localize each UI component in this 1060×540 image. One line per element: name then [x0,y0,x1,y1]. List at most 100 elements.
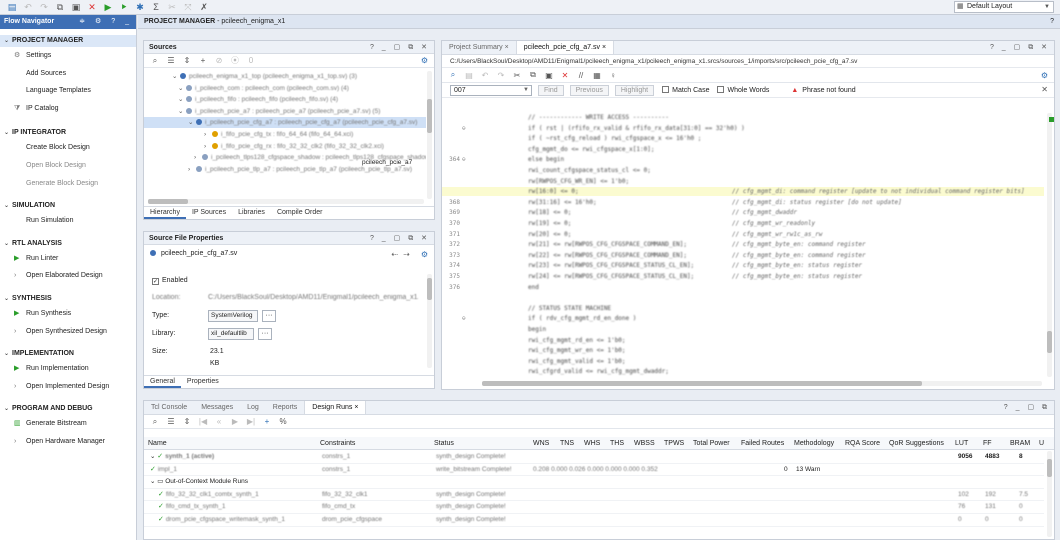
chevron-icon[interactable]: › [204,129,212,140]
code-line[interactable]: rwi_cfgrd_valid <= rwi_cfg_mgmt_dwaddr; [442,367,1044,376]
layout-select[interactable]: ▦ Default Layout ▼ [954,1,1054,13]
column-header[interactable]: WBSS [634,437,655,450]
run-row[interactable]: ✓ fifo_cmd_tx_synth_1 fifo_cmd_tx synth_de… [144,501,1044,514]
tab-libraries[interactable]: Libraries [232,207,271,219]
tab-design-runs[interactable]: Design Runs × [304,401,367,414]
column-header[interactable]: RQA Score [845,437,880,450]
properties-icon[interactable]: ⦿ [228,55,242,66]
sfp-enabled-row[interactable]: ✓ Enabled [152,275,188,287]
gear-icon[interactable]: ⚙ [421,250,428,259]
fn-section-implementation[interactable]: ⌄ IMPLEMENTATION [0,348,136,360]
chevron-down-icon[interactable]: ⌄ [4,127,12,139]
code-area[interactable]: // ------------ WRITE ACCESS ---------- ⊖… [442,113,1044,379]
code-line[interactable]: // STATUS STATE MACHINE [442,304,1044,313]
source-tree-row[interactable]: ⌄ i_pcileech_fifo : pcileech_fifo (pcilee… [144,94,426,105]
panel-window-controls[interactable]: ? _ ▢ ⧉ ✕ [370,41,430,54]
panel-window-controls[interactable]: ? _ ▢ ⧉ [1004,401,1050,415]
fn-item-run-linter[interactable]: ▶ Run Linter [0,250,136,268]
editor-vscroll[interactable] [1047,113,1052,377]
fn-item-language-templates[interactable]: Language Templates [0,82,136,100]
code-line[interactable] [442,293,1044,302]
close-icon[interactable]: ✕ [84,1,100,14]
fn-item-generate-bitstream[interactable]: ▥ Generate Bitstream [0,415,136,433]
code-line[interactable]: if ( ~rst_cfg_reload ) rwi_cfgspace_x <=… [442,134,1044,143]
add-source-icon[interactable]: + [196,56,210,65]
column-header[interactable]: LUT [955,437,968,450]
column-header[interactable]: TNS [560,437,574,450]
library-field[interactable]: xil_defaultlib [208,328,254,340]
close-icon[interactable]: × [503,44,509,51]
code-line[interactable]: cfg_mgmt_do <= rwi_cfgspace_x[1:0]; [442,145,1044,154]
source-tree-row[interactable]: ⌄ i_pcileech_com : pcileech_com (pcileech… [144,83,426,94]
code-line[interactable]: rwi_cfg_mgmt_wr_en <= 1'b0; [442,346,1044,355]
column-header[interactable]: Failed Routes [741,437,784,450]
source-tree-row[interactable]: › i_fifo_pcie_cfg_tx : fifo_64_64 (fifo_6… [144,129,426,140]
source-tree-row[interactable]: › i_fifo_pcie_cfg_rx : fifo_32_32_clk2 (f… [144,141,426,152]
column-header[interactable]: Constraints [320,437,355,450]
search-icon[interactable]: ⌕ [148,56,162,66]
insert-template-icon[interactable]: ▦ [590,71,604,80]
code-line[interactable]: 376 end [442,283,1044,292]
help-icon[interactable]: ? [1050,15,1054,29]
chevron-down-icon[interactable]: ⌄ [4,348,12,360]
column-header[interactable]: Name [148,437,167,450]
fn-item-run-simulation[interactable]: Run Simulation [0,212,136,230]
type-field[interactable]: SystemVerilog [208,310,258,322]
chevron-icon[interactable]: › [188,164,196,175]
tab-general[interactable]: General [144,376,181,388]
type-browse-button[interactable]: ··· [262,310,276,322]
runs-group-row[interactable]: ⌄ ▭ Out-of-Context Module Runs [144,476,1044,489]
remove-icon[interactable]: ⊘ [212,56,226,65]
fn-item-run-implementation[interactable]: ▶ Run Implementation [0,360,136,378]
close-find-icon[interactable]: ✕ [1041,85,1048,94]
fold-icon[interactable]: ⊖ [462,155,466,164]
column-header[interactable]: WNS [533,437,549,450]
fn-section-rtl-analysis[interactable]: ⌄ RTL ANALYSIS [0,238,136,250]
sources-hscroll[interactable] [148,199,424,204]
fn-section-project-manager[interactable]: ⌄ PROJECT MANAGER [0,35,136,47]
code-line[interactable]: 371 rw[20] <= 0; // cfg_mgmt_wr_rw1c_as_r… [442,230,1044,239]
disabled-tool-icon[interactable]: ✂ [164,1,180,14]
source-tree-row[interactable]: ⌄ i_pcileech_pcie_a7 : pcileech_pcie_a7 (… [144,106,426,117]
fn-item-run-synthesis[interactable]: ▶ Run Synthesis [0,305,136,323]
fn-item-open-synthesized-design[interactable]: › Open Synthesized Design [0,323,136,341]
highlight-button[interactable]: Highlight [614,84,655,96]
code-line[interactable]: 364 ⊖ else begin [442,155,1044,164]
editor-hscroll[interactable] [482,381,1042,386]
chevron-down-icon[interactable]: ⌄ [4,293,12,305]
expand-all-icon[interactable]: ⇕ [180,56,194,65]
fn-item-open-implemented-design[interactable]: › Open Implemented Design [0,378,136,396]
code-line[interactable]: 374 rw[23] <= rw[RWPOS_CFG_CFGSPACE_STAT… [442,261,1044,270]
tab-reports[interactable]: Reports [266,401,305,414]
delete-icon[interactable]: ✕ [558,71,572,80]
column-header[interactable]: BRAM [1010,437,1030,450]
code-line[interactable]: 372 rw[21] <= rw[RWPOS_CFG_CFGSPACE_COMM… [442,240,1044,249]
close-icon[interactable]: × [600,44,606,51]
chevron-icon[interactable]: › [194,152,202,163]
whole-words-option[interactable]: Whole Words [717,86,769,94]
tab-hierarchy[interactable]: Hierarchy [144,207,186,219]
code-line[interactable]: ⊖ if ( rst | (rfifo_rx_valid & rfifo_rx_d… [442,124,1044,133]
save-icon[interactable]: ▤ [462,71,476,80]
settings-icon[interactable]: ✱ [132,1,148,14]
paste-icon[interactable]: ▣ [68,1,84,14]
library-browse-button[interactable]: ··· [258,328,272,340]
fn-item-create-block-design[interactable]: Create Block Design [0,139,136,157]
undo-icon[interactable]: ↶ [478,71,492,80]
fn-item-open-hardware-manager[interactable]: › Open Hardware Manager [0,433,136,451]
column-header[interactable]: FF [983,437,992,450]
run-row[interactable]: ✓ impl_1 constrs_1 write_bitstream Complet… [144,464,1044,477]
code-line[interactable]: 368 rw[31:16] <= 16'h0; // cfg_mgmt_di: s… [442,198,1044,207]
collapse-all-icon[interactable]: ☰ [164,56,178,65]
chevron-icon[interactable]: ⌄ [172,71,180,82]
sfp-vscroll[interactable] [427,274,432,368]
paste-icon[interactable]: ▣ [542,71,556,80]
code-line[interactable]: rw[RWPOS_CFG_WR_EN] <= 1'b0; [442,177,1044,186]
prev-icon[interactable]: « [212,417,226,426]
collapse-all-icon[interactable]: ☰ [164,417,178,426]
fold-icon[interactable]: ⊖ [462,124,466,133]
gear-icon[interactable]: ⚙ [1041,71,1048,80]
fn-section-ip-integrator[interactable]: ⌄ IP INTEGRATOR [0,127,136,139]
cut-icon[interactable]: ✂ [510,71,524,80]
tab-properties[interactable]: Properties [181,376,225,388]
